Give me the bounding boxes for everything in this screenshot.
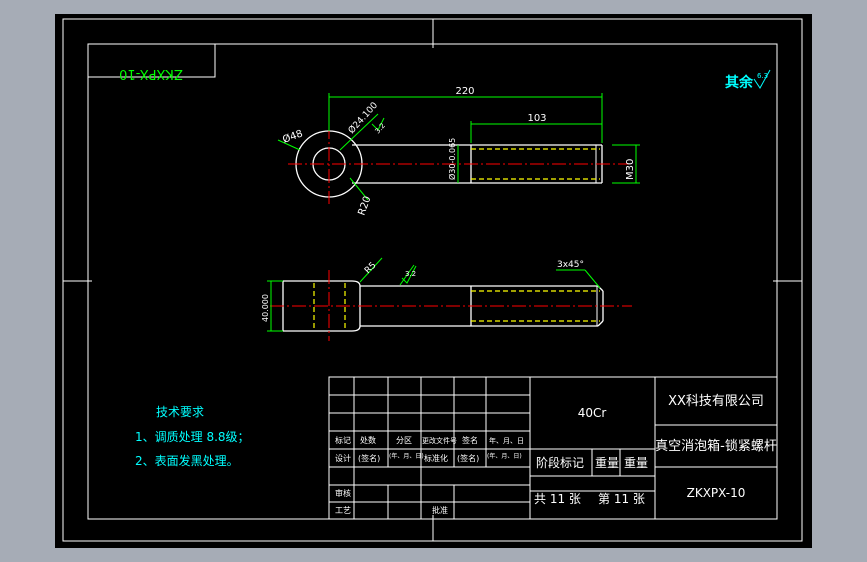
dim-head-width: 40.000: [261, 294, 270, 322]
roughness-note-label: 其余: [725, 74, 754, 91]
roughness-side-value: 3.2: [405, 270, 416, 278]
tb-label-date: 年、月、日: [489, 436, 524, 445]
tech-requirements-line1: 1、调质处理 8.8级；: [135, 430, 250, 444]
cad-drawing: ZKXPX-10 其余 6.3 220 103 Ø48 Ø24.100 3.2 …: [55, 14, 812, 548]
tb-label-approve: 批准: [432, 505, 448, 515]
tb-material: 40Cr: [578, 406, 607, 420]
dim-overall-length: 220: [455, 86, 474, 97]
tb-label-change-doc: 更改文件号: [422, 436, 457, 445]
tech-requirements-title: 技术要求: [156, 405, 204, 419]
tb-label-count: 处数: [360, 435, 376, 445]
tb-label-date2: (年、月、日): [487, 452, 522, 460]
tb-label-marking: 标记: [335, 435, 351, 445]
tb-label-process: 工艺: [335, 506, 351, 515]
tb-label-stage-mark: 阶段标记: [536, 455, 584, 470]
tb-label-standardize: 标准化: [424, 453, 448, 463]
tb-drawing-number: ZKXPX-10: [687, 486, 746, 500]
dim-thread-spec: M30: [625, 159, 636, 180]
tb-company: XX科技有限公司: [668, 394, 764, 409]
dim-thread-length: 103: [527, 113, 546, 124]
tb-label-sign2: (签名): [457, 453, 479, 463]
tb-label-review: 审核: [335, 488, 351, 498]
tb-part-name: 真空消泡箱-锁紧螺杆: [655, 438, 777, 454]
tb-sheets-total: 共 11 张: [534, 492, 581, 506]
dim-shank-diameter: Ø30-0.065: [447, 138, 457, 180]
tb-label-weight: 重量: [595, 456, 619, 470]
dim-chamfer: 3x45°: [557, 260, 584, 270]
tb-label-date1: (年、月、日): [389, 452, 424, 460]
tb-label-sign1: (签名): [358, 453, 380, 463]
mirrored-code-text: ZKXPX-10: [119, 66, 183, 81]
tb-label-signature: 签名: [462, 435, 478, 445]
tech-requirements-line2: 2、表面发黑处理。: [135, 453, 239, 468]
tb-label-zone: 分区: [396, 436, 412, 445]
tb-sheet-no: 第 11 张: [598, 492, 645, 506]
roughness-note-value: 6.3: [757, 72, 768, 80]
tb-label-scale: 重量: [624, 456, 648, 470]
tb-label-design: 设计: [335, 453, 351, 463]
